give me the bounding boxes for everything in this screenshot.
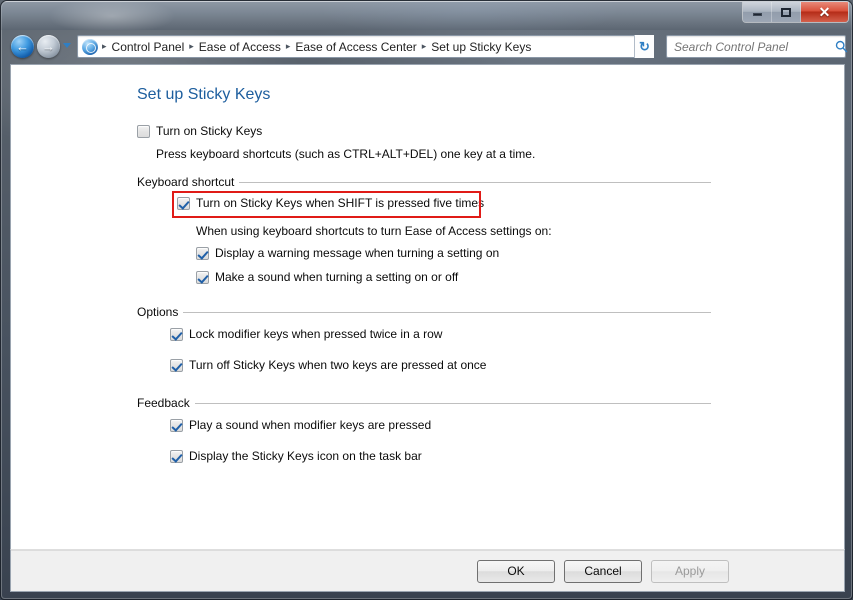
group-header-keyboard-shortcut: Keyboard shortcut bbox=[137, 175, 711, 189]
search-box[interactable] bbox=[666, 35, 848, 58]
checkbox-label-display-taskbar-icon: Display the Sticky Keys icon on the task… bbox=[189, 449, 422, 463]
close-icon: ✕ bbox=[818, 4, 831, 20]
checkbox-row-make-a-sound[interactable]: Make a sound when turning a setting on o… bbox=[196, 270, 458, 284]
group-title-options: Options bbox=[137, 305, 179, 319]
control-panel-icon bbox=[82, 38, 98, 55]
settings-content-pane: Set up Sticky Keys Turn on Sticky Keys P… bbox=[10, 64, 845, 549]
window-controls-group: ✕ bbox=[742, 2, 849, 23]
checkbox-row-turn-on-sticky-keys[interactable]: Turn on Sticky Keys bbox=[137, 124, 262, 138]
group-rule bbox=[194, 402, 711, 404]
checkbox-label-display-warning-message: Display a warning message when turning a… bbox=[215, 246, 500, 260]
forward-button[interactable]: → bbox=[37, 35, 60, 58]
refresh-button[interactable]: ↻ bbox=[634, 35, 654, 58]
checkbox-label-make-a-sound: Make a sound when turning a setting on o… bbox=[215, 270, 459, 284]
maximize-icon bbox=[781, 7, 791, 17]
back-arrow-icon: ← bbox=[16, 39, 29, 54]
desktop-background: ✕ ← → ▸ Control Panel ▸ Ease of Access ▸… bbox=[0, 0, 853, 600]
checkbox-label-turn-off-two-keys: Turn off Sticky Keys when two keys are p… bbox=[189, 358, 487, 372]
checkbox-row-display-warning-message[interactable]: Display a warning message when turning a… bbox=[196, 246, 499, 260]
ok-button[interactable]: OK bbox=[477, 560, 555, 583]
footer-divider bbox=[11, 550, 844, 551]
recent-pages-chevron-down-icon[interactable] bbox=[63, 43, 71, 48]
checkbox-row-lock-modifier-keys[interactable]: Lock modifier keys when pressed twice in… bbox=[170, 327, 442, 341]
group-title-keyboard-shortcut: Keyboard shortcut bbox=[137, 175, 235, 189]
checkbox-row-play-sound-modifier-keys[interactable]: Play a sound when modifier keys are pres… bbox=[170, 418, 431, 432]
checkbox-display-warning-message[interactable] bbox=[196, 247, 209, 260]
checkbox-display-taskbar-icon[interactable] bbox=[170, 450, 183, 463]
breadcrumb-item-set-up-sticky-keys[interactable]: Set up Sticky Keys bbox=[428, 40, 534, 54]
checkbox-shift-five-times[interactable] bbox=[177, 197, 190, 210]
breadcrumb-item-ease-of-access-center[interactable]: Ease of Access Center bbox=[292, 40, 419, 54]
checkbox-play-sound-modifier-keys[interactable] bbox=[170, 419, 183, 432]
apply-button: Apply bbox=[651, 560, 729, 583]
back-button[interactable]: ← bbox=[11, 35, 34, 58]
group-rule bbox=[183, 311, 711, 313]
refresh-icon: ↻ bbox=[639, 39, 650, 54]
checkbox-label-turn-on-sticky-keys: Turn on Sticky Keys bbox=[156, 124, 263, 138]
control-panel-window: ✕ ← → ▸ Control Panel ▸ Ease of Access ▸… bbox=[0, 0, 853, 600]
breadcrumb-item-control-panel[interactable]: Control Panel bbox=[109, 40, 188, 54]
address-bar[interactable]: ▸ Control Panel ▸ Ease of Access ▸ Ease … bbox=[77, 35, 652, 58]
group-rule bbox=[239, 181, 711, 183]
checkbox-row-display-taskbar-icon[interactable]: Display the Sticky Keys icon on the task… bbox=[170, 449, 422, 463]
maximize-button[interactable] bbox=[772, 2, 801, 22]
checkbox-label-lock-modifier-keys: Lock modifier keys when pressed twice in… bbox=[189, 327, 443, 341]
dialog-button-bar: OK Cancel Apply bbox=[10, 549, 845, 592]
breadcrumb-separator-icon: ▸ bbox=[102, 41, 107, 51]
group-header-feedback: Feedback bbox=[137, 396, 711, 410]
breadcrumb-item-ease-of-access[interactable]: Ease of Access bbox=[196, 40, 284, 54]
breadcrumb-separator-icon: ▸ bbox=[285, 41, 291, 51]
checkbox-label-play-sound-modifier-keys: Play a sound when modifier keys are pres… bbox=[189, 418, 432, 432]
main-description-text: Press keyboard shortcuts (such as CTRL+A… bbox=[156, 147, 536, 161]
breadcrumb-separator-icon: ▸ bbox=[421, 41, 427, 51]
checkbox-make-a-sound[interactable] bbox=[196, 271, 209, 284]
cancel-button[interactable]: Cancel bbox=[564, 560, 642, 583]
minimize-icon bbox=[752, 13, 762, 16]
search-input[interactable] bbox=[667, 39, 835, 54]
page-title: Set up Sticky Keys bbox=[137, 86, 271, 103]
group-title-feedback: Feedback bbox=[137, 396, 190, 410]
checkbox-label-shift-five-times: Turn on Sticky Keys when SHIFT is presse… bbox=[196, 196, 485, 210]
keyboard-shortcut-note: When using keyboard shortcuts to turn Ea… bbox=[196, 224, 552, 238]
breadcrumb-separator-icon: ▸ bbox=[189, 41, 194, 51]
checkbox-lock-modifier-keys[interactable] bbox=[170, 328, 183, 341]
close-button[interactable]: ✕ bbox=[801, 2, 848, 22]
minimize-button[interactable] bbox=[743, 2, 772, 22]
checkbox-turn-off-two-keys[interactable] bbox=[170, 359, 183, 372]
forward-arrow-icon: → bbox=[42, 39, 55, 54]
navigation-bar: ← → ▸ Control Panel ▸ Ease of Access ▸ E… bbox=[1, 30, 852, 63]
checkbox-turn-on-sticky-keys[interactable] bbox=[137, 125, 150, 138]
checkbox-row-shift-five-times[interactable]: Turn on Sticky Keys when SHIFT is presse… bbox=[177, 196, 484, 210]
checkbox-row-turn-off-two-keys[interactable]: Turn off Sticky Keys when two keys are p… bbox=[170, 358, 486, 372]
window-title-bar: ✕ bbox=[1, 1, 852, 30]
search-icon[interactable] bbox=[835, 40, 848, 53]
group-header-options: Options bbox=[137, 305, 711, 319]
